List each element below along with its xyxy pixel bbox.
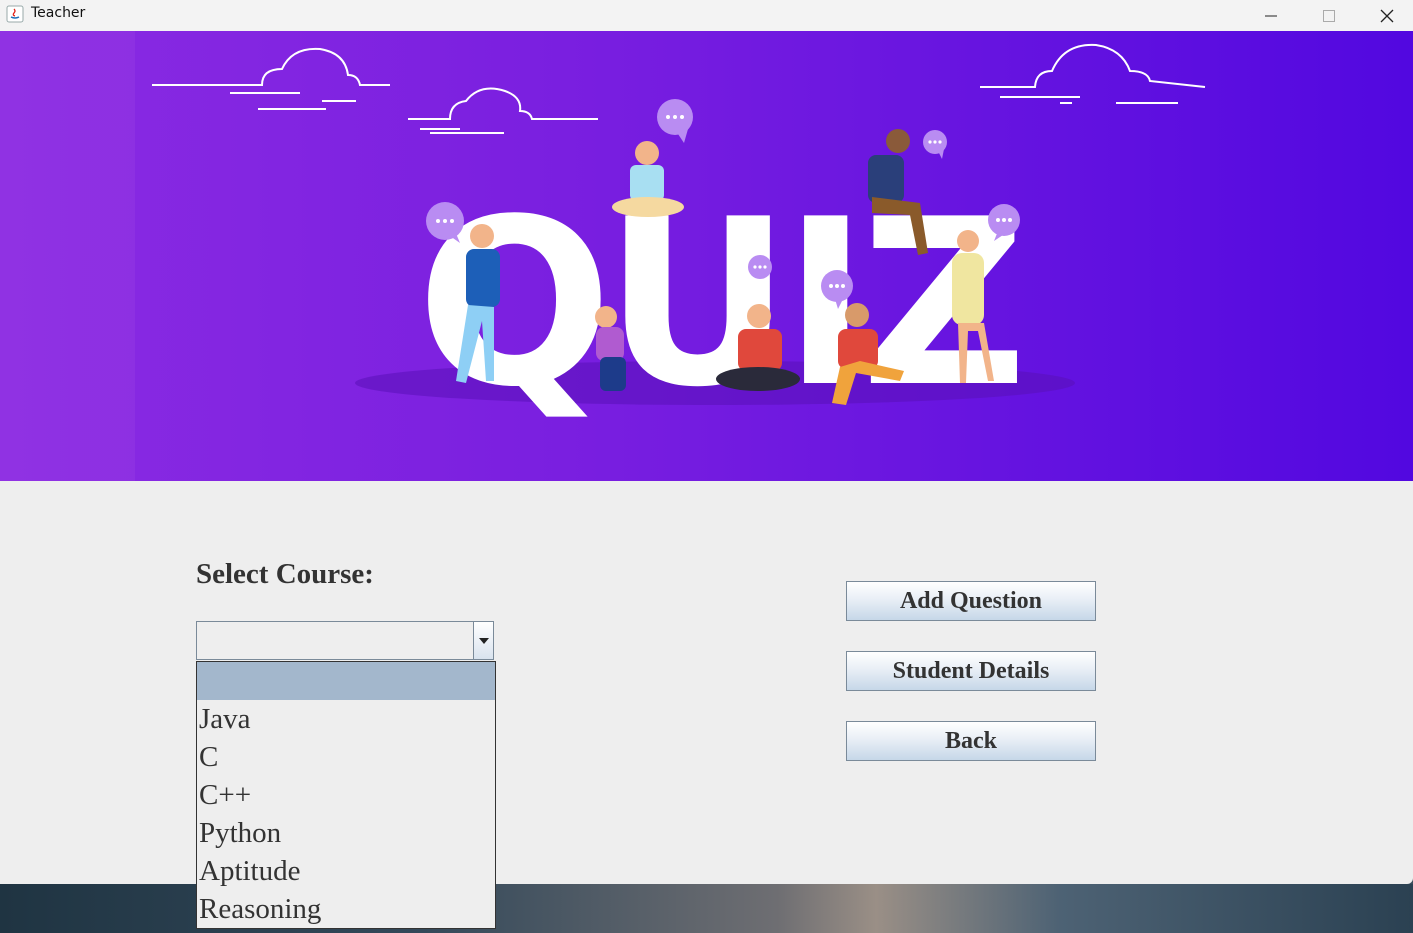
add-question-button[interactable]: Add Question (846, 581, 1096, 621)
course-dropdown-list: Java C C++ Python Aptitude Reasoning (196, 661, 496, 929)
minimize-button[interactable] (1242, 0, 1300, 31)
dropdown-arrow-button[interactable] (473, 622, 493, 659)
course-option-aptitude[interactable]: Aptitude (197, 852, 495, 890)
java-app-icon (6, 5, 24, 23)
maximize-button[interactable] (1300, 0, 1358, 31)
maximize-icon (1323, 9, 1335, 22)
quiz-banner-image: QUIZ (0, 31, 1413, 481)
course-option-python[interactable]: Python (197, 814, 495, 852)
back-button[interactable]: Back (846, 721, 1096, 761)
student-details-button[interactable]: Student Details (846, 651, 1096, 691)
course-option-blank[interactable] (197, 662, 495, 700)
title-bar: Teacher (0, 0, 1413, 31)
select-course-label: Select Course: (196, 558, 374, 590)
quiz-title-graphic: QUIZ (417, 171, 1020, 438)
chevron-down-icon (478, 637, 489, 644)
course-option-java[interactable]: Java (197, 700, 495, 738)
minimize-icon (1265, 15, 1277, 16)
course-option-reasoning[interactable]: Reasoning (197, 890, 495, 928)
course-option-cpp[interactable]: C++ (197, 776, 495, 814)
window-title: Teacher (31, 5, 86, 21)
course-combobox[interactable] (196, 621, 494, 660)
close-button[interactable] (1358, 0, 1413, 31)
close-icon (1380, 9, 1394, 22)
course-option-c[interactable]: C (197, 738, 495, 776)
